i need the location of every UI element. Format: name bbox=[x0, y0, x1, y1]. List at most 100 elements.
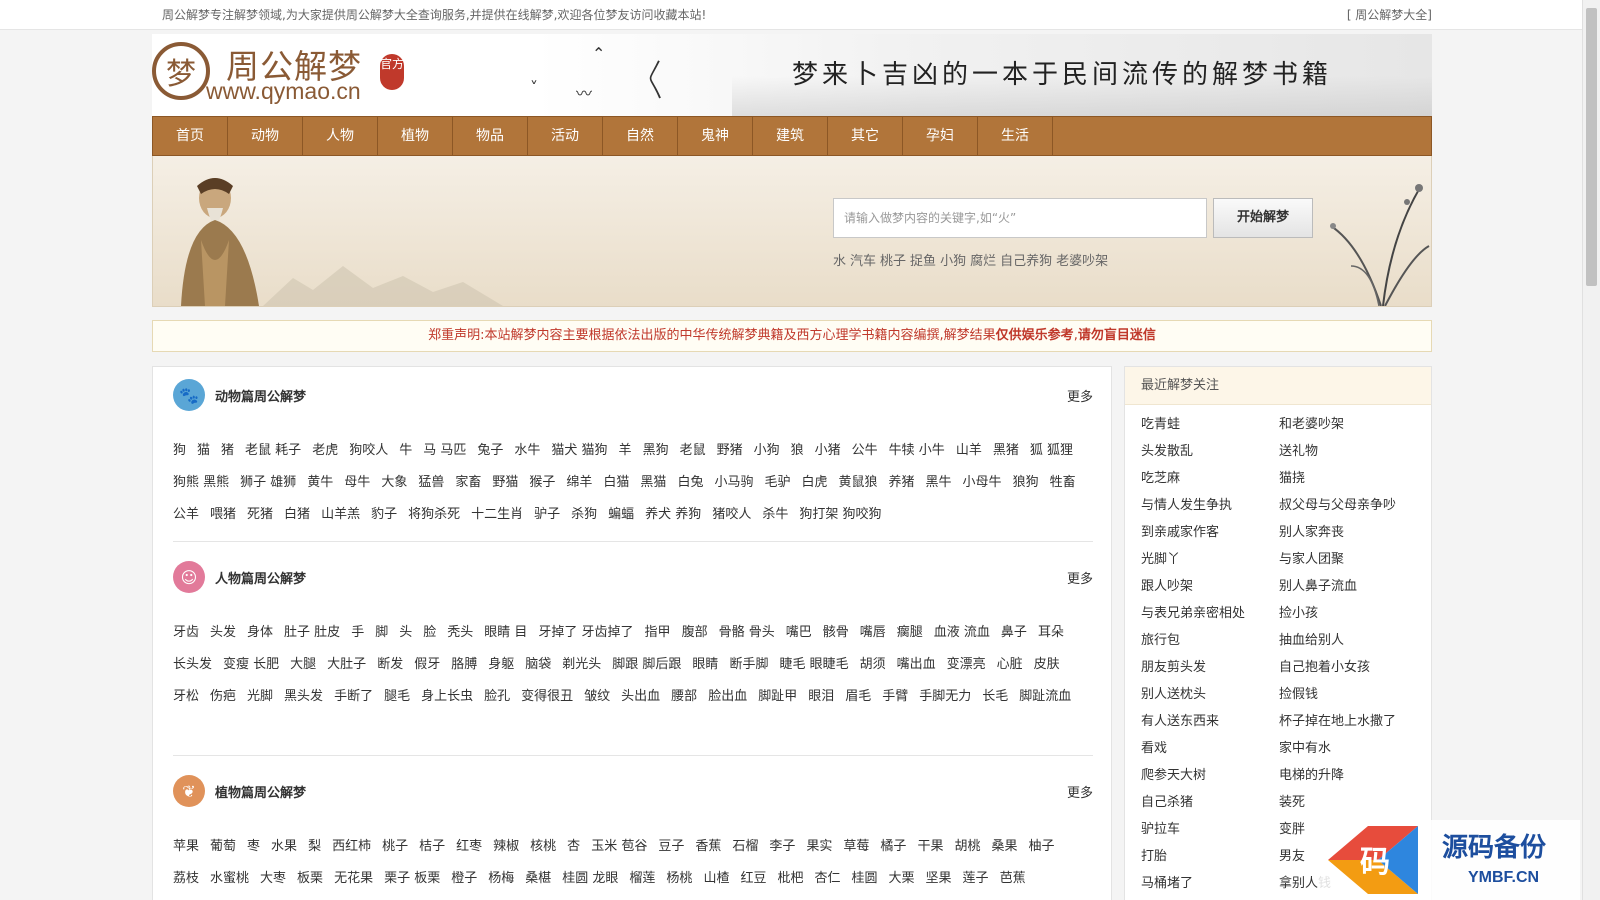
dream-tag[interactable]: 大肚子 bbox=[327, 657, 366, 672]
dream-tag[interactable]: 眼睛 目 bbox=[484, 625, 527, 640]
dream-tag[interactable]: 肚子 肚皮 bbox=[284, 625, 340, 640]
dream-tag[interactable]: 身躯 bbox=[488, 657, 514, 672]
dream-tag[interactable]: 小母牛 bbox=[963, 475, 1002, 490]
dream-tag[interactable]: 狗打架 狗咬狗 bbox=[799, 507, 881, 522]
dream-tag[interactable]: 秃头 bbox=[447, 625, 473, 640]
dream-tag[interactable]: 白猫 bbox=[603, 475, 629, 490]
dream-tag[interactable]: 枇杷 bbox=[777, 871, 803, 886]
dream-tag[interactable]: 豹子 bbox=[371, 507, 397, 522]
dream-tag[interactable]: 变得很丑 bbox=[521, 689, 573, 704]
dream-tag[interactable]: 家畜 bbox=[455, 475, 481, 490]
dream-tag[interactable]: 西红柿 bbox=[332, 839, 371, 854]
dream-tag[interactable]: 驴子 bbox=[534, 507, 560, 522]
all-dreams-link[interactable]: [ 周公解梦大全] bbox=[1347, 0, 1432, 30]
recent-dream-link[interactable]: 叔父母与父母亲争吵 bbox=[1279, 492, 1429, 519]
recent-dream-link[interactable]: 别人家奔丧 bbox=[1279, 519, 1429, 546]
recent-dream-link[interactable]: 猫挠 bbox=[1279, 465, 1429, 492]
nav-item-11[interactable]: 生活 bbox=[978, 117, 1053, 155]
dream-tag[interactable]: 光脚 bbox=[247, 689, 273, 704]
more-link[interactable]: 更多 bbox=[1067, 782, 1093, 801]
recent-dream-link[interactable]: 别人送枕头 bbox=[1141, 681, 1279, 708]
dream-tag[interactable]: 眼睛 bbox=[692, 657, 718, 672]
recent-dream-link[interactable]: 捡小孩 bbox=[1279, 600, 1429, 627]
hot-keyword[interactable]: 汽车 bbox=[850, 254, 876, 269]
dream-tag[interactable]: 榴莲 bbox=[629, 871, 655, 886]
dream-tag[interactable]: 苹果 bbox=[173, 839, 199, 854]
dream-tag[interactable]: 腿毛 bbox=[384, 689, 410, 704]
dream-tag[interactable]: 桑果 bbox=[991, 839, 1017, 854]
dream-tag[interactable]: 猛兽 bbox=[418, 475, 444, 490]
dream-tag[interactable]: 胡桃 bbox=[954, 839, 980, 854]
dream-tag[interactable]: 牛 bbox=[399, 443, 412, 458]
dream-tag[interactable]: 猪咬人 bbox=[712, 507, 751, 522]
recent-dream-link[interactable]: 自己抱着小女孩 bbox=[1279, 654, 1429, 681]
logo-icon[interactable]: 梦 bbox=[152, 42, 210, 100]
dream-tag[interactable]: 手断了 bbox=[334, 689, 373, 704]
hot-keyword[interactable]: 小狗 bbox=[940, 254, 966, 269]
recent-dream-link[interactable]: 头发散乱 bbox=[1141, 438, 1279, 465]
dream-tag[interactable]: 猴子 bbox=[529, 475, 555, 490]
dream-tag[interactable]: 手臂 bbox=[882, 689, 908, 704]
dream-tag[interactable]: 脚趾甲 bbox=[758, 689, 797, 704]
dream-tag[interactable]: 大象 bbox=[381, 475, 407, 490]
recent-dream-link[interactable]: 家中有水 bbox=[1279, 735, 1429, 762]
dream-tag[interactable]: 大栗 bbox=[889, 871, 915, 886]
dream-tag[interactable]: 香蕉 bbox=[695, 839, 721, 854]
recent-dream-link[interactable]: 捡假钱 bbox=[1279, 681, 1429, 708]
dream-tag[interactable]: 变瘦 长肥 bbox=[223, 657, 279, 672]
dream-tag[interactable]: 枣 bbox=[247, 839, 260, 854]
dream-tag[interactable]: 杨梅 bbox=[488, 871, 514, 886]
dream-tag[interactable]: 喂猪 bbox=[210, 507, 236, 522]
dream-tag[interactable]: 板栗 bbox=[297, 871, 323, 886]
dream-tag[interactable]: 杀牛 bbox=[762, 507, 788, 522]
nav-item-5[interactable]: 活动 bbox=[528, 117, 603, 155]
dream-tag[interactable]: 蝙蝠 bbox=[608, 507, 634, 522]
recent-dream-link[interactable]: 吃芝麻 bbox=[1141, 465, 1279, 492]
dream-tag[interactable]: 断手脚 bbox=[729, 657, 768, 672]
dream-tag[interactable]: 牛犊 小牛 bbox=[889, 443, 945, 458]
dream-tag[interactable]: 桔子 bbox=[419, 839, 445, 854]
dream-tag[interactable]: 黑头发 bbox=[284, 689, 323, 704]
dream-tag[interactable]: 莲子 bbox=[963, 871, 989, 886]
dream-tag[interactable]: 嘴巴 bbox=[786, 625, 812, 640]
hot-keyword[interactable]: 水 bbox=[833, 254, 846, 269]
dream-tag[interactable]: 老虎 bbox=[312, 443, 338, 458]
recent-dream-link[interactable]: 马桶堵了 bbox=[1141, 870, 1279, 897]
recent-dream-link[interactable]: 跟人吵架 bbox=[1141, 573, 1279, 600]
dream-tag[interactable]: 柚子 bbox=[1028, 839, 1054, 854]
dream-tag[interactable]: 嘴出血 bbox=[897, 657, 936, 672]
dream-tag[interactable]: 猪 bbox=[221, 443, 234, 458]
dream-tag[interactable]: 皮肤 bbox=[1034, 657, 1060, 672]
recent-dream-link[interactable]: 看戏 bbox=[1141, 735, 1279, 762]
dream-tag[interactable]: 头出血 bbox=[621, 689, 660, 704]
dream-tag[interactable]: 老鼠 bbox=[680, 443, 706, 458]
dream-tag[interactable]: 小狗 bbox=[754, 443, 780, 458]
dream-tag[interactable]: 黑猪 bbox=[993, 443, 1019, 458]
dream-tag[interactable]: 眼泪 bbox=[808, 689, 834, 704]
nav-item-4[interactable]: 物品 bbox=[453, 117, 528, 155]
dream-tag[interactable]: 脚 bbox=[375, 625, 388, 640]
dream-tag[interactable]: 山楂 bbox=[703, 871, 729, 886]
dream-tag[interactable]: 老鼠 耗子 bbox=[245, 443, 301, 458]
dream-tag[interactable]: 狼 bbox=[791, 443, 804, 458]
recent-dream-link[interactable]: 电梯的升降 bbox=[1279, 762, 1429, 789]
dream-tag[interactable]: 猫 bbox=[197, 443, 210, 458]
dream-tag[interactable]: 指甲 bbox=[645, 625, 671, 640]
nav-item-6[interactable]: 自然 bbox=[603, 117, 678, 155]
dream-tag[interactable]: 腹部 bbox=[682, 625, 708, 640]
dream-tag[interactable]: 葡萄 bbox=[210, 839, 236, 854]
dream-tag[interactable]: 变漂亮 bbox=[947, 657, 986, 672]
recent-dream-link[interactable]: 打胎 bbox=[1141, 843, 1279, 870]
dream-tag[interactable]: 骨骼 骨头 bbox=[719, 625, 775, 640]
section-title[interactable]: 动物篇周公解梦 bbox=[215, 386, 306, 405]
dream-tag[interactable]: 小马驹 bbox=[714, 475, 753, 490]
dream-tag[interactable]: 胳膊 bbox=[451, 657, 477, 672]
dream-tag[interactable]: 橘子 bbox=[880, 839, 906, 854]
section-title[interactable]: 植物篇周公解梦 bbox=[215, 782, 306, 801]
dream-tag[interactable]: 将狗杀死 bbox=[408, 507, 460, 522]
dream-tag[interactable]: 桑椹 bbox=[525, 871, 551, 886]
dream-tag[interactable]: 心脏 bbox=[997, 657, 1023, 672]
recent-dream-link[interactable]: 别人鼻子流血 bbox=[1279, 573, 1429, 600]
dream-tag[interactable]: 坚果 bbox=[926, 871, 952, 886]
dream-tag[interactable]: 杨桃 bbox=[666, 871, 692, 886]
